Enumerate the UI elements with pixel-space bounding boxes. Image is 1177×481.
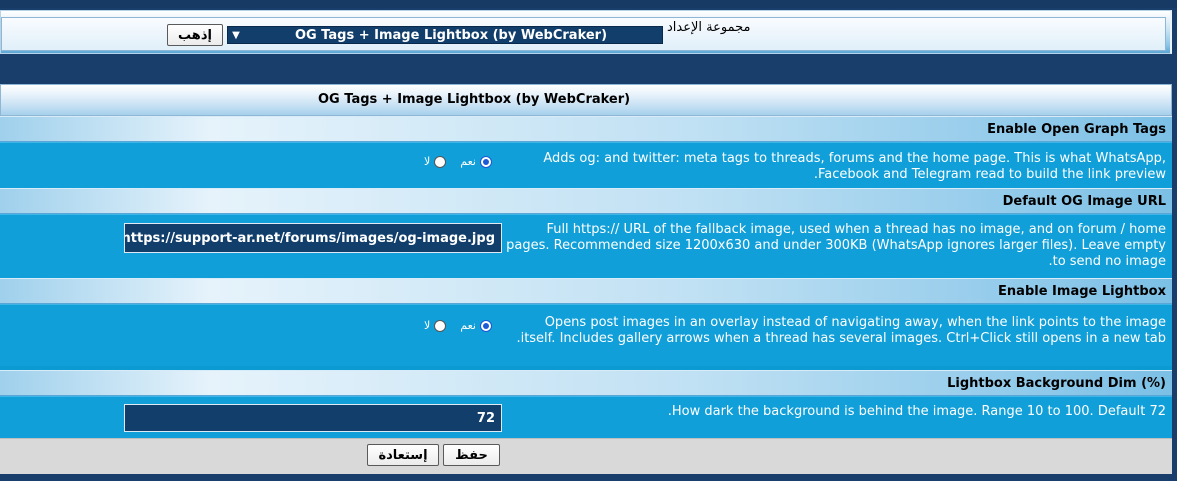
lightbox-radio-group: لا نعم [424,319,492,332]
form-footer: إستعادة حفظ [0,438,1172,474]
og-image-url-value: https://support-ar.net/forums/images/og-… [124,230,495,246]
setting-description: How dark the background is behind the im… [667,404,1166,419]
lightbox-dim-input[interactable]: 72 [124,404,502,432]
radio-yes-label: نعم [460,155,476,168]
setting-row-lightbox: Opens post images in an overlay instead … [0,304,1172,366]
setting-heading-lightbox: Enable Image Lightbox [0,278,1172,304]
setting-heading-og-image: Default OG Image URL [0,188,1172,214]
settings-group-select[interactable]: ▼ OG Tags + Image Lightbox (by WebCraker… [227,26,663,44]
setting-row-og-image: Full https:// URL of the fallback image,… [0,214,1172,278]
og-tags-yes-radio[interactable] [479,155,492,168]
settings-group-label: مجموعة الإعداد [667,20,751,35]
lightbox-no-radio[interactable] [434,319,447,332]
save-button[interactable]: حفظ [443,444,500,466]
setting-row-og-tags: Adds og: and twitter: meta tags to threa… [0,142,1172,188]
setting-heading-text: Enable Image Lightbox [998,284,1166,299]
top-stripe [0,0,1177,8]
setting-heading-text: Lightbox Background Dim (%) [947,376,1166,391]
panel-title-bar: OG Tags + Image Lightbox (by WebCraker) [0,84,1172,116]
reset-button[interactable]: إستعادة [367,444,439,466]
setting-row-dim: How dark the background is behind the im… [0,396,1172,438]
setting-heading-og-tags: Enable Open Graph Tags [0,116,1172,142]
settings-panel: OG Tags + Image Lightbox (by WebCraker) … [0,84,1172,474]
setting-heading-text: Default OG Image URL [1002,194,1166,209]
radio-no-label: لا [424,319,431,332]
settings-group-bar: مجموعة الإعداد ▼ OG Tags + Image Lightbo… [0,10,1172,54]
setting-description: Opens post images in an overlay instead … [516,315,1166,346]
lightbox-dim-value: 72 [476,410,495,426]
radio-yes-label: نعم [460,319,476,332]
panel-title: OG Tags + Image Lightbox (by WebCraker) [318,92,631,107]
setting-description: Full https:// URL of the fallback image,… [506,222,1166,269]
go-button[interactable]: إذهب [167,24,223,46]
setting-heading-dim: Lightbox Background Dim (%) [0,370,1172,396]
og-tags-no-radio[interactable] [434,155,447,168]
og-tags-radio-group: لا نعم [424,155,492,168]
setting-description: Adds og: and twitter: meta tags to threa… [543,151,1166,182]
lightbox-yes-radio[interactable] [479,319,492,332]
chevron-down-icon[interactable]: ▼ [228,30,244,41]
setting-heading-text: Enable Open Graph Tags [987,122,1166,137]
og-image-url-input[interactable]: https://support-ar.net/forums/images/og-… [124,223,502,253]
radio-no-label: لا [424,155,431,168]
settings-group-selected: OG Tags + Image Lightbox (by WebCraker) [294,27,608,43]
